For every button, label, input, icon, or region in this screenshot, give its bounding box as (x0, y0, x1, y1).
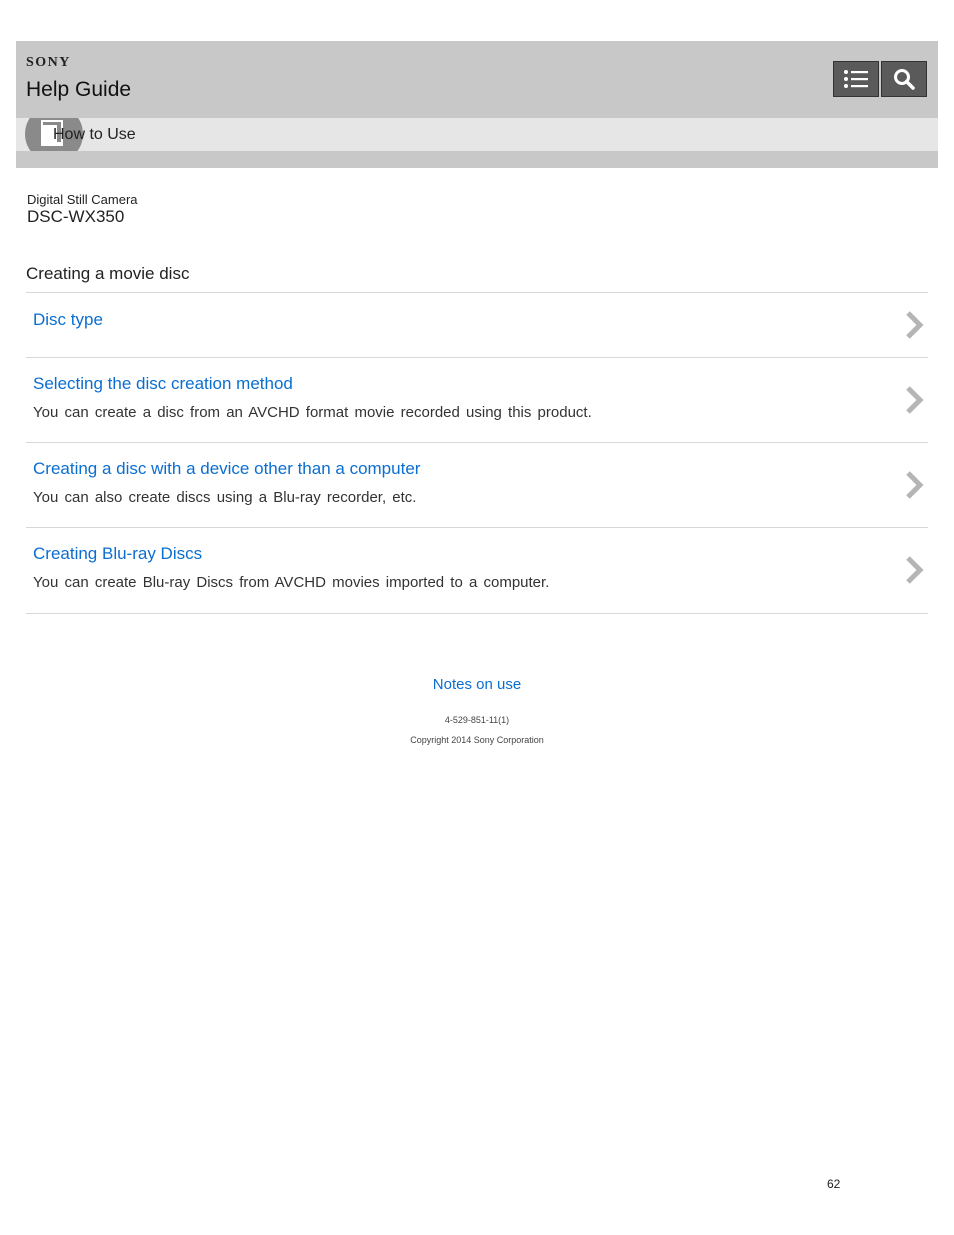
item-title-link[interactable]: Disc type (33, 310, 103, 330)
item-title-link[interactable]: Creating Blu-ray Discs (33, 544, 202, 564)
item-title-link[interactable]: Selecting the disc creation method (33, 374, 293, 394)
list-menu-icon (844, 70, 868, 88)
header-bar: SONY Help Guide (16, 41, 938, 118)
list-item[interactable]: Creating a disc with a device other than… (26, 442, 928, 527)
sony-logo: SONY (26, 55, 71, 70)
category-bar: How to Use (16, 118, 938, 151)
page-title: Creating a movie disc (26, 264, 190, 283)
notes-on-use-link[interactable]: Notes on use (0, 676, 954, 693)
item-title-link[interactable]: Creating a disc with a device other than… (33, 459, 420, 479)
topic-list: Disc type Selecting the disc creation me… (26, 292, 928, 614)
help-guide-title[interactable]: Help Guide (26, 78, 131, 102)
item-description: You can create a disc from an AVCHD form… (33, 404, 592, 421)
chevron-right-icon (906, 386, 924, 414)
chevron-right-icon (906, 556, 924, 584)
category-bar-bottom (16, 151, 938, 168)
search-button[interactable] (881, 61, 927, 97)
item-description: You can create Blu-ray Discs from AVCHD … (33, 574, 550, 591)
page-number: 62 (827, 1177, 841, 1191)
copyright-text: Copyright 2014 Sony Corporation (410, 735, 544, 745)
chevron-right-icon (906, 311, 924, 339)
document-number: 4-529-851-11(1) (444, 715, 510, 725)
item-description: You can also create discs using a Blu-ra… (33, 489, 417, 506)
category-label[interactable]: How to Use (53, 126, 136, 144)
list-item[interactable]: Disc type (26, 292, 928, 357)
product-model: DSC-WX350 (27, 207, 125, 226)
list-item[interactable]: Selecting the disc creation method You c… (26, 357, 928, 442)
product-category: Digital Still Camera (27, 192, 138, 207)
list-item[interactable]: Creating Blu-ray Discs You can create Bl… (26, 527, 928, 614)
menu-button[interactable] (833, 61, 879, 97)
chevron-right-icon (906, 471, 924, 499)
search-icon (894, 69, 915, 90)
